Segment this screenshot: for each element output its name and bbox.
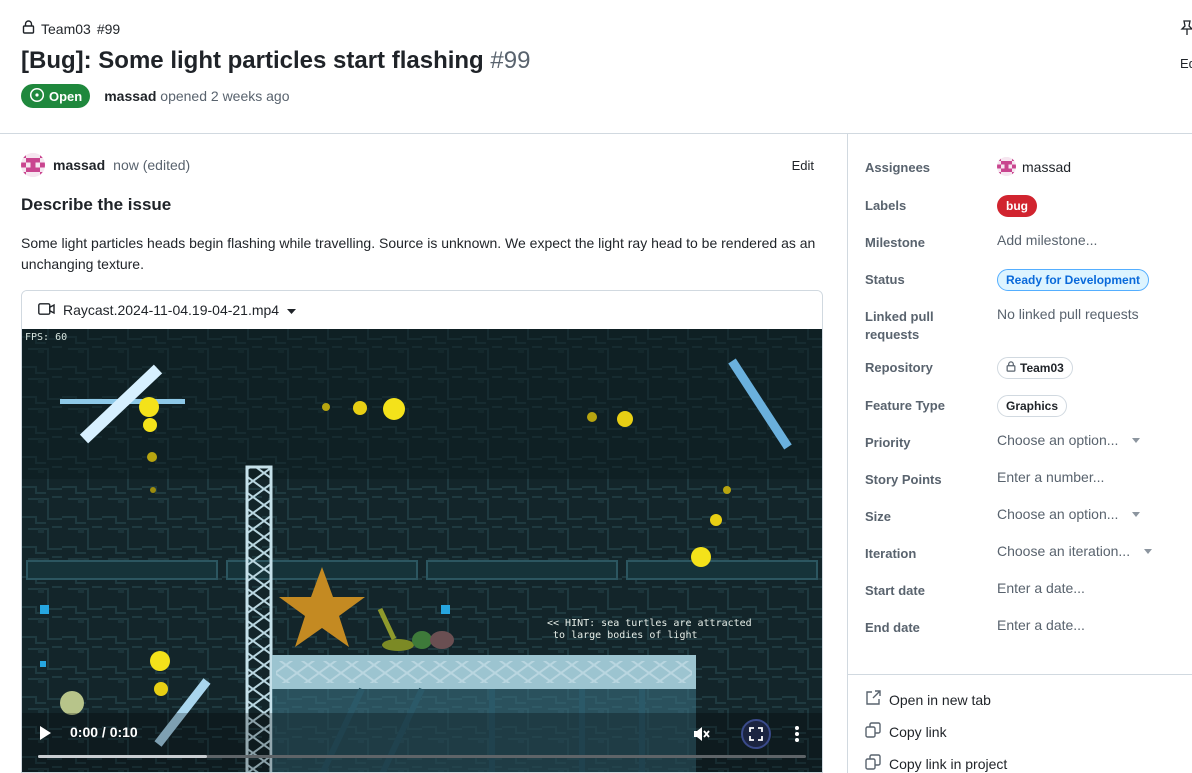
video-progress-fill [38,755,207,758]
opened-time: opened 2 weeks ago [160,88,290,104]
issue-sidebar: Assignees massad Labels bug Milestone Ad… [847,134,1192,773]
video-time: 0:00 / 0:10 [70,724,138,740]
end-date-input[interactable]: Enter a date... [997,617,1085,633]
feature-type-pill[interactable]: Graphics [997,395,1068,417]
repository-value[interactable]: Team03 [997,357,1073,379]
video-progress-bar[interactable] [38,755,806,758]
status-pill[interactable]: Ready for Development [997,269,1150,291]
mute-icon[interactable] [692,725,710,743]
priority-label: Priority [865,435,911,450]
issue-opened-icon [29,87,45,106]
fps-overlay: FPS: 60 [25,332,68,343]
fullscreen-icon[interactable] [741,719,771,749]
size-select[interactable]: Choose an option... [997,506,1141,522]
opened-text: massad opened 2 weeks ago [104,88,289,104]
avatar [997,157,1016,176]
video-player[interactable]: FPS: 60 << HINT: sea turtles are attract… [22,329,822,772]
edit-title-button[interactable]: Ed [1180,56,1192,71]
feature-type-label: Feature Type [865,398,945,413]
bug-label[interactable]: bug [997,195,1037,217]
repository-label: Repository [865,360,933,375]
chevron-down-icon[interactable] [287,302,297,318]
lock-icon [22,20,35,37]
copy-link-label: Copy link [889,723,947,740]
edit-button[interactable]: Edit [792,158,823,173]
issue-author-link[interactable]: massad [104,88,156,104]
size-label: Size [865,509,892,524]
start-date-label: Start date [865,583,925,598]
issue-meta: Open massad opened 2 weeks ago [21,84,290,108]
iteration-label: Iteration [865,546,917,561]
copy-link-in-project-button[interactable]: Copy link in project [865,754,1007,773]
milestone-label: Milestone [865,235,925,250]
copy-link-button[interactable]: Copy link [865,722,947,741]
video-header[interactable]: Raycast.2024-11-04.19-04-21.mp4 [22,291,822,329]
chevron-down-icon [1144,548,1153,554]
status-label: Open [49,88,83,104]
priority-value: Choose an option... [997,432,1119,448]
linked-prs-value: No linked pull requests [997,306,1139,322]
pin-icon[interactable] [1180,20,1192,39]
description-text: Some light particles heads begin flashin… [21,235,816,272]
labels-label: Labels [865,198,907,213]
assignees-label: Assignees [865,160,931,175]
linked-prs-label: Linked pull requests [865,309,934,342]
issue-body: massad now (edited) Edit Describe the is… [0,134,847,773]
video-controls: 0:00 / 0:10 [22,713,822,772]
copy-link-in-project-label: Copy link in project [889,755,1008,772]
start-date-input[interactable]: Enter a date... [997,580,1085,596]
breadcrumb-repo[interactable]: Team03 [41,21,91,37]
external-link-icon [865,690,881,709]
avatar[interactable] [21,153,45,177]
comment-time[interactable]: now (edited) [113,157,190,173]
breadcrumb-issue: #99 [96,20,121,37]
breadcrumb: Team03 #99 [22,20,120,37]
size-value: Choose an option... [997,506,1119,522]
play-icon[interactable] [38,725,52,741]
status-field-value[interactable]: Ready for Development [997,269,1150,291]
iteration-value: Choose an iteration... [997,543,1131,559]
assignees-value[interactable]: massad [997,157,1071,176]
status-badge: Open [21,84,91,108]
iteration-select[interactable]: Choose an iteration... [997,543,1153,559]
labels-value[interactable]: bug [997,195,1037,217]
copy-icon [865,722,881,741]
milestone-value[interactable]: Add milestone... [997,232,1097,248]
chevron-down-icon [1132,437,1141,443]
end-date-label: End date [865,620,920,635]
comment-author[interactable]: massad [53,157,105,173]
video-frame-image [22,329,822,772]
feature-type-value[interactable]: Graphics [997,395,1068,417]
open-new-tab-link[interactable]: Open in new tab [865,690,991,709]
priority-select[interactable]: Choose an option... [997,432,1141,448]
comment-header: massad now (edited) Edit [21,152,823,178]
repository-pill[interactable]: Team03 [997,357,1073,379]
hint-overlay: << HINT: sea turtles are attracted to la… [547,618,752,641]
video-filename[interactable]: Raycast.2024-11-04.19-04-21.mp4 [63,302,279,318]
issue-header: Team03 #99 [Bug]: Some light particles s… [0,0,1192,134]
more-options-icon[interactable] [794,725,800,743]
story-points-label: Story Points [865,472,942,487]
page-title: [Bug]: Some light particles start flashi… [21,47,530,75]
video-icon [38,302,55,318]
chevron-down-icon [1132,511,1141,517]
video-attachment: Raycast.2024-11-04.19-04-21.mp4 FPS: 60 … [21,290,823,773]
repository-name: Team03 [1020,361,1064,375]
open-new-tab-label: Open in new tab [889,691,991,708]
lock-icon [1006,361,1016,375]
assignee-name[interactable]: massad [1022,159,1071,175]
description-heading: Describe the issue [21,195,172,214]
copy-icon [865,754,881,773]
status-field-label: Status [865,272,905,287]
sidebar-divider [848,674,1192,675]
issue-number: #99 [490,47,531,74]
story-points-input[interactable]: Enter a number... [997,469,1104,485]
issue-title: [Bug]: Some light particles start flashi… [21,47,484,74]
